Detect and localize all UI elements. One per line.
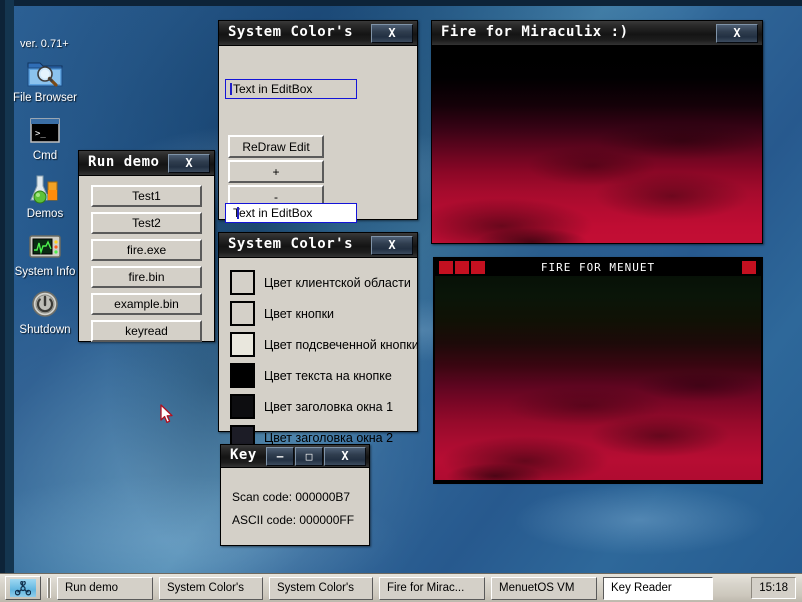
mouse-cursor <box>160 404 174 424</box>
window-system-colors-edit[interactable]: System Color's X Text in EditBox ReDraw … <box>218 20 418 223</box>
desktop-icon-label: File Browser <box>13 92 77 104</box>
desktop-icon-demos[interactable]: Demos <box>8 172 82 221</box>
run-demo-close-button[interactable]: X <box>168 154 210 173</box>
text-caret <box>230 83 232 95</box>
color-swatch[interactable] <box>230 363 255 388</box>
desktop-icon-file-browser[interactable]: File Browser <box>8 56 82 105</box>
window-system-colors-list[interactable]: System Color's X Цвет клиентской области… <box>218 232 419 450</box>
fire-miraculix-titlebar[interactable]: Fire for Miraculix :) X <box>432 21 762 46</box>
desktop-icon-label: System Info <box>14 266 76 278</box>
taskbar-button-system-colors-1[interactable]: System Color's <box>159 576 263 600</box>
window-fire-menuet[interactable]: FIRE FOR MENUET <box>433 257 763 484</box>
color-row[interactable]: Цвет текста на кнопке <box>230 363 417 388</box>
biohazard-icon <box>10 579 36 597</box>
window-key-reader[interactable]: Key Re — □ X Scan code: 000000B7 ASCII c… <box>220 444 370 546</box>
color-row[interactable]: Цвет подсвеченной кнопки <box>230 332 419 357</box>
key-reader-titlebar[interactable]: Key Re — □ X <box>221 445 369 468</box>
run-demo-titlebar[interactable]: Run demo X <box>79 151 214 176</box>
scan-code-text: Scan code: 000000B7 <box>232 490 351 504</box>
desktop-icon-column: ver. 0.71+ File Browser >_ Cmd Demos Sys… <box>8 38 82 346</box>
run-demo-button-test2[interactable]: Test2 <box>91 212 202 234</box>
run-demo-button-keyread[interactable]: keyread <box>91 320 202 342</box>
desktop-edge-left-inner <box>0 0 5 575</box>
taskbar-button-run-demo[interactable]: Run demo <box>57 576 153 600</box>
desktop-icon-label: Demos <box>26 208 64 220</box>
run-demo-button-fire-bin[interactable]: fire.bin <box>91 266 202 288</box>
taskbar-button-menuetos-vm[interactable]: MenuetOS VM <box>491 576 597 600</box>
terminal-icon: >_ <box>25 114 65 148</box>
svg-text:>_: >_ <box>35 129 46 139</box>
folder-magnifier-icon <box>25 56 65 90</box>
color-swatch[interactable] <box>230 332 255 357</box>
color-row-label: Цвет клиентской области <box>264 275 411 290</box>
edit-box-top-value: Text in EditBox <box>233 82 313 96</box>
version-label: ver. 0.71+ <box>20 38 69 50</box>
desktop-icon-label: Cmd <box>32 150 58 162</box>
system-colors-list-title: System Color's <box>228 236 354 252</box>
window-run-demo[interactable]: Run demo X Test1 Test2 fire.exe fire.bin… <box>78 150 215 342</box>
color-row-label: Цвет заголовка окна 1 <box>264 399 394 414</box>
power-icon <box>25 288 65 322</box>
taskbar-clock[interactable]: 15:18 <box>751 577 796 599</box>
system-colors-edit-close-button[interactable]: X <box>371 24 413 43</box>
system-colors-list-titlebar[interactable]: System Color's X <box>219 233 417 258</box>
start-button[interactable] <box>5 576 41 600</box>
fire-miraculix-canvas <box>432 46 762 243</box>
fire-menuet-title: FIRE FOR MENUET <box>540 261 656 274</box>
run-demo-button-example-bin[interactable]: example.bin <box>91 293 202 315</box>
key-reader-maximize-button[interactable]: □ <box>295 447 323 466</box>
taskbar-button-fire-for-mirac[interactable]: Fire for Mirac... <box>379 576 485 600</box>
run-demo-button-fire-exe[interactable]: fire.exe <box>91 239 202 261</box>
text-caret <box>237 207 239 219</box>
color-swatch[interactable] <box>230 394 255 419</box>
color-swatch[interactable] <box>230 270 255 295</box>
fire-menuet-canvas <box>435 276 761 480</box>
desktop-edge-top <box>0 0 802 6</box>
color-row-label: Цвет кнопки <box>264 306 335 321</box>
taskbar[interactable]: Run demo System Color's System Color's F… <box>0 573 802 602</box>
window-fire-miraculix[interactable]: Fire for Miraculix :) X <box>431 20 763 244</box>
taskbar-button-key-reader[interactable]: Key Reader <box>603 576 713 600</box>
edit-box-top[interactable]: Text in EditBox <box>225 79 357 99</box>
fire-menuet-close-button[interactable] <box>742 261 756 274</box>
plus-button[interactable]: + <box>228 160 324 183</box>
run-demo-title: Run demo <box>88 154 160 170</box>
system-colors-list-close-button[interactable]: X <box>371 236 413 255</box>
desktop[interactable]: ver. 0.71+ File Browser >_ Cmd Demos Sys… <box>0 0 802 602</box>
system-colors-edit-title: System Color's <box>228 24 354 40</box>
color-row-label: Цвет заголовка окна 2 <box>264 430 394 445</box>
ascii-code-text: ASCII code: 000000FF <box>232 513 355 527</box>
key-reader-close-button[interactable]: X <box>324 447 366 466</box>
fire-miraculix-close-button[interactable]: X <box>716 24 758 43</box>
redraw-edit-button[interactable]: ReDraw Edit <box>228 135 324 158</box>
key-reader-minimize-button[interactable]: — <box>266 447 294 466</box>
system-colors-edit-titlebar[interactable]: System Color's X <box>219 21 417 46</box>
desktop-icon-label: Shutdown <box>19 324 71 336</box>
desktop-icon-shutdown[interactable]: Shutdown <box>8 288 82 337</box>
color-row-label: Цвет текста на кнопке <box>264 368 392 383</box>
color-swatch[interactable] <box>230 301 255 326</box>
flask-beaker-icon <box>25 172 65 206</box>
taskbar-grip[interactable] <box>47 578 51 598</box>
monitor-graph-icon <box>25 230 65 264</box>
color-row[interactable]: Цвет кнопки <box>230 301 417 326</box>
color-row[interactable]: Цвет клиентской области <box>230 270 417 295</box>
desktop-icon-system-info[interactable]: System Info <box>8 230 82 279</box>
edit-box-bottom[interactable]: Text in EditBox <box>225 203 357 223</box>
taskbar-button-system-colors-2[interactable]: System Color's <box>269 576 373 600</box>
desktop-icon-cmd[interactable]: >_ Cmd <box>8 114 82 163</box>
fire-miraculix-title: Fire for Miraculix :) <box>441 24 629 40</box>
fire-menuet-titlebar[interactable]: FIRE FOR MENUET <box>434 258 762 276</box>
color-row-label: Цвет подсвеченной кнопки <box>264 337 419 352</box>
run-demo-button-test1[interactable]: Test1 <box>91 185 202 207</box>
edit-box-bottom-value: Text in EditBox <box>233 206 313 220</box>
color-row[interactable]: Цвет заголовка окна 1 <box>230 394 417 419</box>
